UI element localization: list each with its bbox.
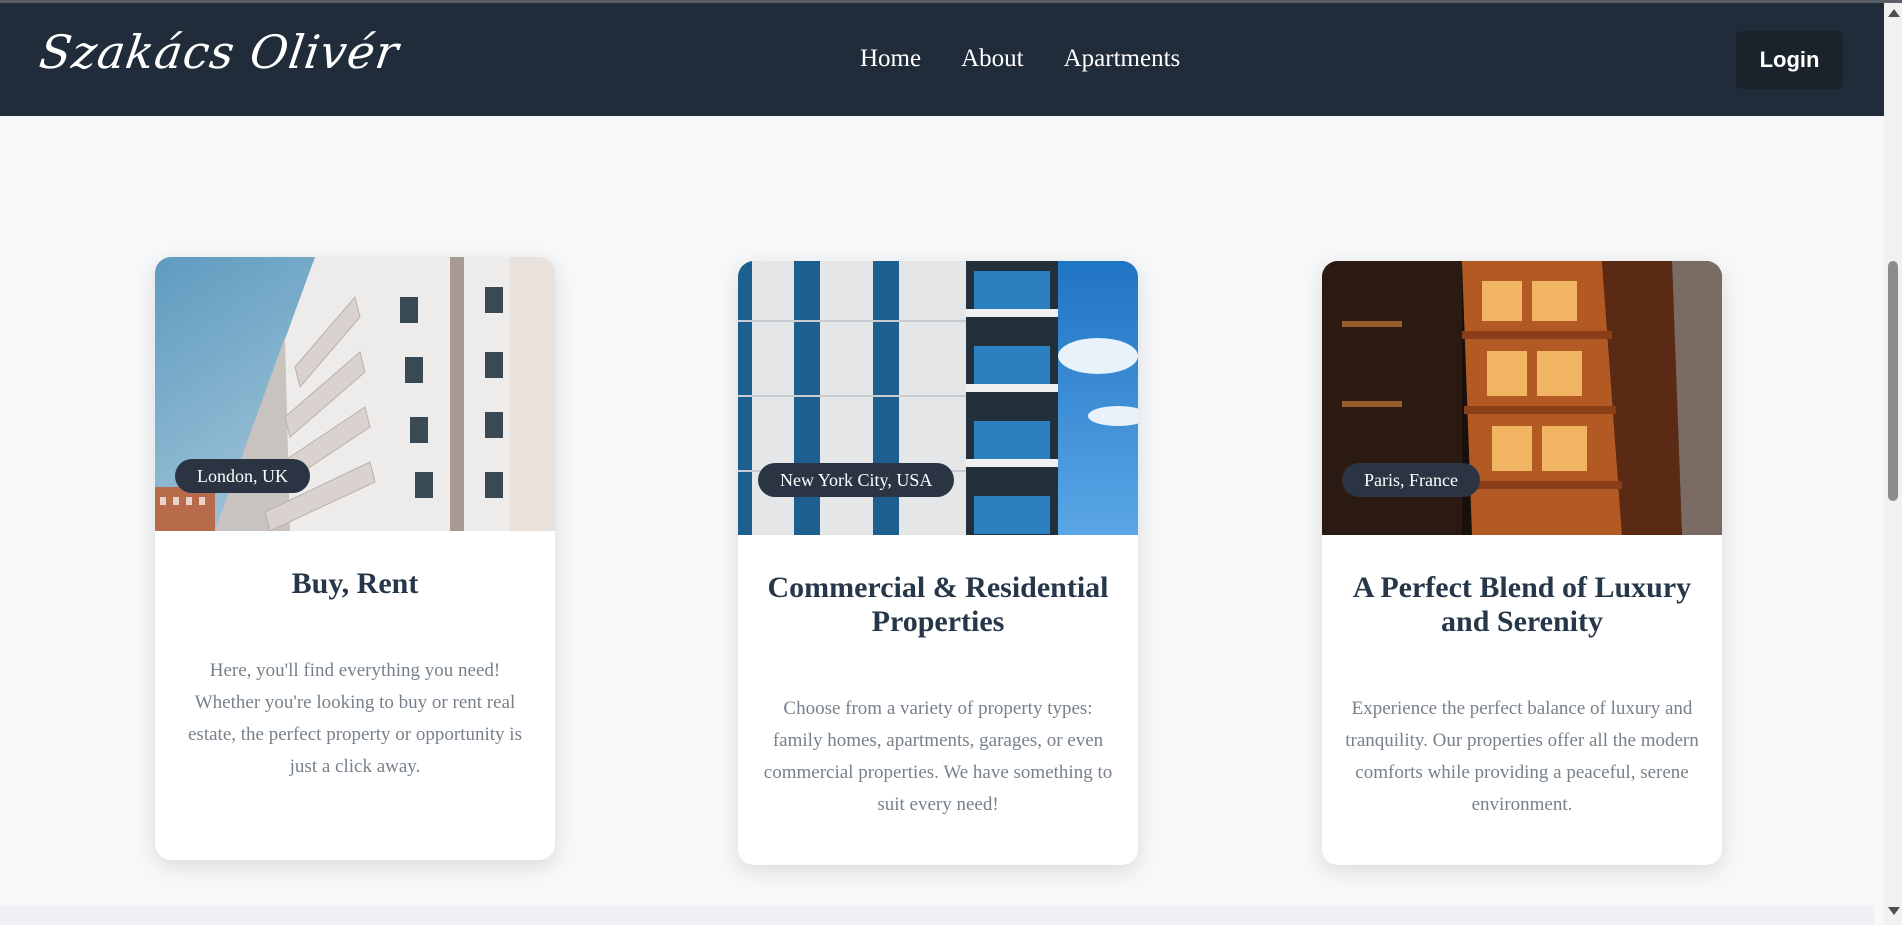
location-badge: London, UK (175, 459, 310, 493)
card-description: Here, you'll find everything you need! W… (188, 660, 522, 777)
card-description: Choose from a variety of property types:… (763, 698, 1113, 815)
feature-card-properties: New York City, USA Commercial & Resident… (738, 261, 1138, 865)
next-section-edge (0, 906, 1874, 925)
card-image-newyork-building: New York City, USA (738, 261, 1138, 535)
site-logo[interactable]: Szakács Olivér (36, 25, 402, 79)
card-title: Commercial & Residential Properties (767, 571, 1109, 638)
nav-link-apartments[interactable]: Apartments (1064, 45, 1181, 73)
card-image-paris-building: Paris, France (1322, 261, 1722, 535)
card-title: A Perfect Blend of Luxury and Serenity (1352, 571, 1692, 638)
feature-card-buy-rent: London, UK Buy, Rent Here, you'll find e… (155, 257, 555, 860)
location-badge: Paris, France (1342, 463, 1480, 497)
vertical-scrollbar[interactable] (1884, 3, 1902, 925)
nav-link-home[interactable]: Home (860, 45, 921, 73)
main-nav: Home About Apartments (860, 45, 1180, 73)
card-image-london-building: London, UK (155, 257, 555, 531)
navbar: Szakács Olivér Home About Apartments Log… (0, 3, 1884, 116)
scrollbar-thumb[interactable] (1888, 261, 1898, 501)
feature-card-luxury: Paris, France A Perfect Blend of Luxury … (1322, 261, 1722, 865)
scroll-down-arrow-icon[interactable] (1888, 907, 1900, 915)
location-badge: New York City, USA (758, 463, 955, 497)
card-title: Buy, Rent (291, 567, 419, 600)
login-button[interactable]: Login (1736, 31, 1843, 89)
scroll-up-arrow-icon[interactable] (1888, 9, 1900, 17)
nav-link-about[interactable]: About (961, 45, 1024, 73)
card-description: Experience the perfect balance of luxury… (1345, 698, 1699, 815)
